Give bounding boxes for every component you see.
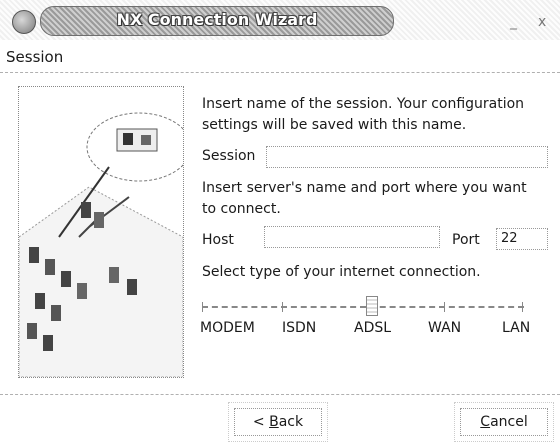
window-title: NX Connection Wizard: [116, 10, 318, 29]
minimize-icon[interactable]: _: [510, 14, 517, 30]
back-button-rest: ack: [278, 414, 304, 430]
title-bar: NX Connection Wizard _ x: [0, 0, 560, 40]
close-icon[interactable]: x: [538, 14, 546, 30]
slider-handle[interactable]: [366, 296, 378, 316]
session-label: Session: [202, 148, 256, 164]
divider-bottom: [0, 394, 560, 395]
slider-tick-isdn: [282, 302, 283, 312]
network-illustration-svg: [18, 112, 192, 378]
session-input[interactable]: [266, 146, 548, 168]
host-input[interactable]: [264, 226, 440, 248]
window-menu-icon[interactable]: [12, 10, 36, 34]
back-button[interactable]: < Back: [234, 408, 322, 436]
cancel-button[interactable]: Cancel: [460, 408, 548, 436]
port-input[interactable]: 22: [496, 228, 548, 250]
port-label: Port: [452, 232, 480, 248]
slider-label-wan: WAN: [428, 320, 462, 336]
session-instructions: Insert name of the session. Your configu…: [202, 96, 525, 133]
title-pill: NX Connection Wizard: [40, 6, 394, 36]
slider-tick-wan: [444, 302, 445, 312]
cancel-button-hotkey: C: [480, 414, 491, 430]
slider-tick-modem: [202, 302, 203, 312]
slider-label-isdn: ISDN: [282, 320, 317, 336]
divider-top: [0, 72, 560, 73]
back-button-hotkey: B: [269, 414, 279, 430]
slider-label-lan: LAN: [502, 320, 531, 336]
host-instructions: Insert server's name and port where you …: [202, 180, 527, 217]
host-label: Host: [202, 232, 234, 248]
slider-label-modem: MODEM: [200, 320, 255, 336]
slider-tick-lan: [522, 302, 523, 312]
section-title: Session: [6, 48, 64, 66]
back-button-prefix: <: [252, 414, 270, 430]
connection-instructions: Select type of your internet connection.: [202, 264, 481, 280]
slider-track: [202, 306, 524, 308]
cancel-button-rest: ancel: [490, 414, 528, 430]
slider-label-adsl: ADSL: [354, 320, 392, 336]
connection-type-slider[interactable]: [196, 296, 530, 316]
network-illustration: [18, 86, 192, 378]
